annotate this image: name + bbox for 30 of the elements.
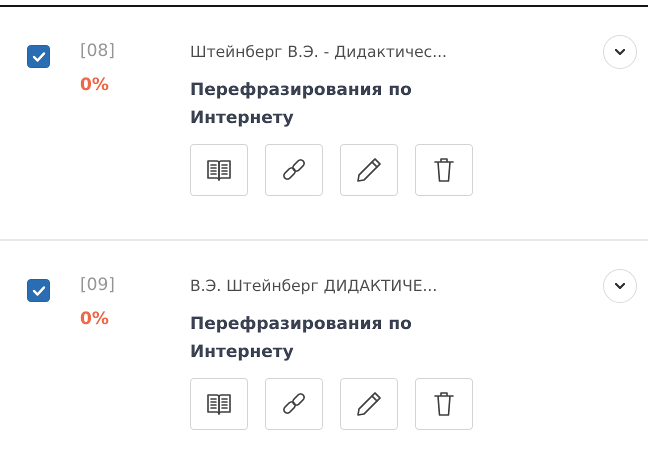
edit-button[interactable]	[340, 144, 398, 196]
book-button[interactable]	[190, 378, 248, 430]
expand-button[interactable]	[603, 35, 637, 69]
book-button[interactable]	[190, 144, 248, 196]
source-title: В.Э. Штейнберг ДИДАКТИЧЕ...	[190, 276, 438, 297]
match-percent: 0%	[80, 308, 109, 330]
check-icon	[32, 284, 46, 296]
pencil-icon	[355, 156, 383, 184]
source-title: Штейнберг В.Э. - Дидактичес...	[190, 42, 447, 63]
trash-icon	[432, 390, 456, 418]
chevron-icon	[614, 282, 626, 290]
link-button[interactable]	[265, 378, 323, 430]
expand-button[interactable]	[603, 269, 637, 303]
delete-button[interactable]	[415, 144, 473, 196]
trash-icon	[432, 156, 456, 184]
book-icon	[205, 157, 233, 184]
checkbox[interactable]	[27, 45, 50, 68]
pencil-icon	[355, 390, 383, 418]
check-icon	[32, 50, 46, 62]
source-type: Перефразирования по Интернету	[190, 79, 413, 130]
source-number: [09]	[80, 274, 115, 297]
source-type: Перефразирования по Интернету	[190, 313, 413, 364]
edit-button[interactable]	[340, 378, 398, 430]
chevron-icon	[614, 48, 626, 56]
source-number: [08]	[80, 40, 115, 63]
book-icon	[205, 391, 233, 418]
delete-button[interactable]	[415, 378, 473, 430]
match-percent: 0%	[80, 74, 109, 96]
checkbox[interactable]	[27, 279, 50, 302]
link-button[interactable]	[265, 144, 323, 196]
